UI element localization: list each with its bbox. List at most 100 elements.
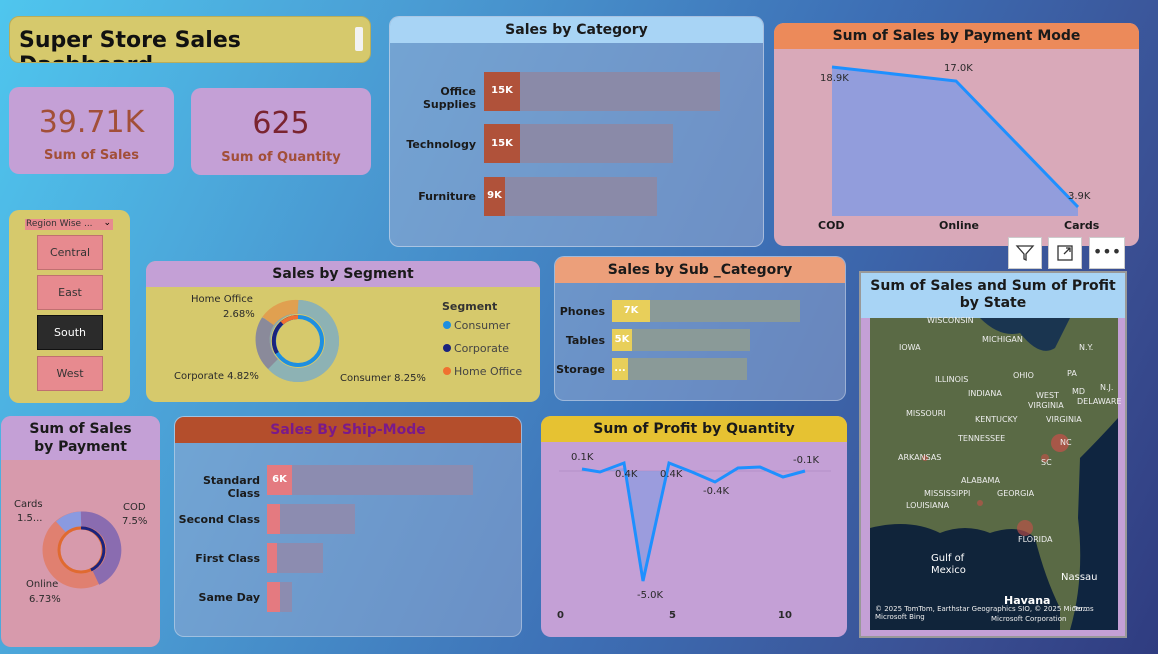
filter-icon bbox=[1015, 245, 1035, 262]
payment-mode-category: Cards bbox=[1064, 219, 1100, 232]
map-place-label: MD bbox=[1072, 387, 1086, 396]
map-place-label: OHIO bbox=[1013, 371, 1034, 380]
map-card: Sum of Sales and Sum of Profit by State … bbox=[859, 271, 1127, 638]
payment-donut-label: COD bbox=[123, 502, 146, 513]
map-view[interactable] bbox=[870, 318, 1118, 630]
map-place-label: Gulf of bbox=[931, 553, 965, 564]
profit-x-tick: 10 bbox=[778, 610, 792, 621]
map-place-label: N.J. bbox=[1100, 383, 1114, 392]
category-label: Furniture bbox=[418, 190, 476, 203]
legend-item-corporate[interactable]: Corporate bbox=[443, 342, 509, 355]
payment-donut-label: 6.73% bbox=[29, 594, 61, 605]
segment-legend-title: Segment bbox=[442, 300, 498, 313]
map-place-label: IOWA bbox=[899, 343, 921, 352]
map-place-label: ILLINOIS bbox=[935, 375, 969, 384]
segment-label: Home Office bbox=[191, 294, 253, 305]
shipmode-label: Same Day bbox=[198, 591, 260, 604]
payment-donut-chart[interactable] bbox=[1, 416, 160, 647]
subcategory-chart-title: Sales by Sub _Category bbox=[555, 257, 845, 283]
subcategory-bar-bg[interactable] bbox=[612, 358, 747, 380]
payment-mode-area-chart[interactable] bbox=[774, 23, 1139, 246]
map-place-label: WISCONSIN bbox=[927, 316, 974, 325]
legend-dot-icon bbox=[443, 344, 451, 352]
map-place-label: GEORGIA bbox=[997, 489, 1035, 498]
more-options-button[interactable]: ••• bbox=[1089, 237, 1125, 269]
category-chart-card: Sales by Category Office Supplies Techno… bbox=[389, 16, 764, 247]
shipmode-bar-bg[interactable] bbox=[267, 465, 473, 495]
profit-value-label: 0.1K bbox=[571, 452, 594, 463]
legend-dot-icon bbox=[443, 367, 451, 375]
map-place-label: ARKANSAS bbox=[898, 453, 942, 462]
payment-mode-area bbox=[832, 67, 1078, 216]
map-place-label: MISSISSIPPI bbox=[924, 489, 971, 498]
map-bing-logo: Microsoft Bing bbox=[875, 613, 925, 621]
shipmode-bar[interactable] bbox=[267, 504, 280, 534]
map-place-label: Mexico bbox=[931, 565, 966, 576]
map-place-label: NC bbox=[1060, 438, 1072, 447]
category-chart-title: Sales by Category bbox=[390, 17, 763, 43]
payment-mode-category: COD bbox=[818, 219, 845, 232]
shipmode-label: Second Class bbox=[178, 513, 260, 526]
subcategory-label: Phones bbox=[559, 305, 605, 318]
slicer-item-east[interactable]: East bbox=[37, 275, 103, 310]
subcategory-value: ... bbox=[614, 363, 626, 374]
map-place-label: DELAWARE bbox=[1077, 397, 1122, 406]
slicer-item-west[interactable]: West bbox=[37, 356, 103, 391]
chevron-down-icon: ⌄ bbox=[103, 218, 111, 228]
map-attribution: © 2025 TomTom, Earthstar Geographics SIO… bbox=[875, 605, 1089, 613]
profit-value-label: -0.4K bbox=[703, 486, 730, 497]
profit-value-label: -0.1K bbox=[793, 455, 820, 466]
subcategory-chart-card: Sales by Sub _Category Phones Tables Sto… bbox=[554, 256, 846, 401]
profit-value-label: 0.4K bbox=[615, 469, 638, 480]
category-value: 9K bbox=[487, 190, 502, 201]
focus-mode-button[interactable] bbox=[1048, 237, 1082, 269]
kpi-sales-label: Sum of Sales bbox=[44, 148, 139, 163]
profit-line-chart[interactable] bbox=[541, 416, 847, 637]
map-place-label: MISSOURI bbox=[906, 409, 946, 418]
expand-icon bbox=[1057, 245, 1073, 261]
shipmode-label: First Class bbox=[195, 552, 260, 565]
shipmode-label: Standard Class bbox=[202, 474, 260, 500]
payment-mode-card: Sum of Sales by Payment Mode 18.9K 17.0K… bbox=[774, 23, 1139, 246]
map-place-label: N.Y. bbox=[1079, 343, 1094, 352]
map-place-label: KENTUCKY bbox=[975, 415, 1018, 424]
payment-mode-category: Online bbox=[939, 219, 980, 232]
kpi-quantity-card: 625 Sum of Quantity bbox=[191, 88, 371, 175]
slicer-label: Region Wise ... bbox=[26, 219, 93, 229]
subcategory-value: 5K bbox=[614, 334, 630, 345]
category-label: Technology bbox=[406, 138, 476, 151]
map-place-label: PA bbox=[1067, 369, 1077, 378]
filter-button[interactable] bbox=[1008, 237, 1042, 269]
profit-area bbox=[582, 468, 805, 581]
payment-donut-label: Online bbox=[26, 579, 59, 590]
region-slicer: Region Wise ... ⌄ Central East South Wes… bbox=[9, 210, 130, 403]
shipmode-chart-title: Sales By Ship-Mode bbox=[175, 417, 521, 443]
shipmode-bar[interactable] bbox=[267, 582, 280, 612]
shipmode-bar-bg[interactable] bbox=[267, 504, 355, 534]
segment-label: 2.68% bbox=[223, 309, 255, 320]
map-place-label: INDIANA bbox=[968, 389, 1002, 398]
subcategory-bar-bg[interactable] bbox=[612, 329, 750, 351]
payment-mode-value: 18.9K bbox=[820, 73, 849, 84]
legend-label: Corporate bbox=[454, 342, 509, 355]
legend-item-consumer[interactable]: Consumer bbox=[443, 319, 510, 332]
slicer-item-south[interactable]: South bbox=[37, 315, 103, 350]
legend-item-home-office[interactable]: Home Office bbox=[443, 365, 522, 378]
slicer-item-central[interactable]: Central bbox=[37, 235, 103, 270]
more-options-icon: ••• bbox=[1092, 242, 1122, 261]
payment-donut-label: 1.5... bbox=[17, 513, 43, 524]
map-place-label: MICHIGAN bbox=[982, 335, 1023, 344]
category-bar-bg[interactable] bbox=[484, 177, 657, 216]
slicer-dropdown[interactable]: Region Wise ... ⌄ bbox=[25, 218, 113, 230]
kpi-sales-value: 39.71K bbox=[38, 105, 145, 140]
category-value: 15K bbox=[491, 85, 513, 96]
map-place-label: TENNESSEE bbox=[958, 434, 1006, 443]
segment-label: Corporate 4.82% bbox=[174, 371, 259, 382]
map-terms-link[interactable]: Terms bbox=[1073, 605, 1094, 613]
legend-label: Home Office bbox=[454, 365, 523, 378]
profit-chart-card: Sum of Profit by Quantity 0.1K 0.4K 0.4K… bbox=[541, 416, 847, 637]
payment-donut-card: Sum of Sales by Payment Cards 1.5... COD… bbox=[1, 416, 160, 647]
shipmode-bar[interactable] bbox=[267, 543, 277, 573]
scroll-handle[interactable] bbox=[355, 27, 363, 51]
kpi-quantity-value: 625 bbox=[252, 106, 310, 141]
